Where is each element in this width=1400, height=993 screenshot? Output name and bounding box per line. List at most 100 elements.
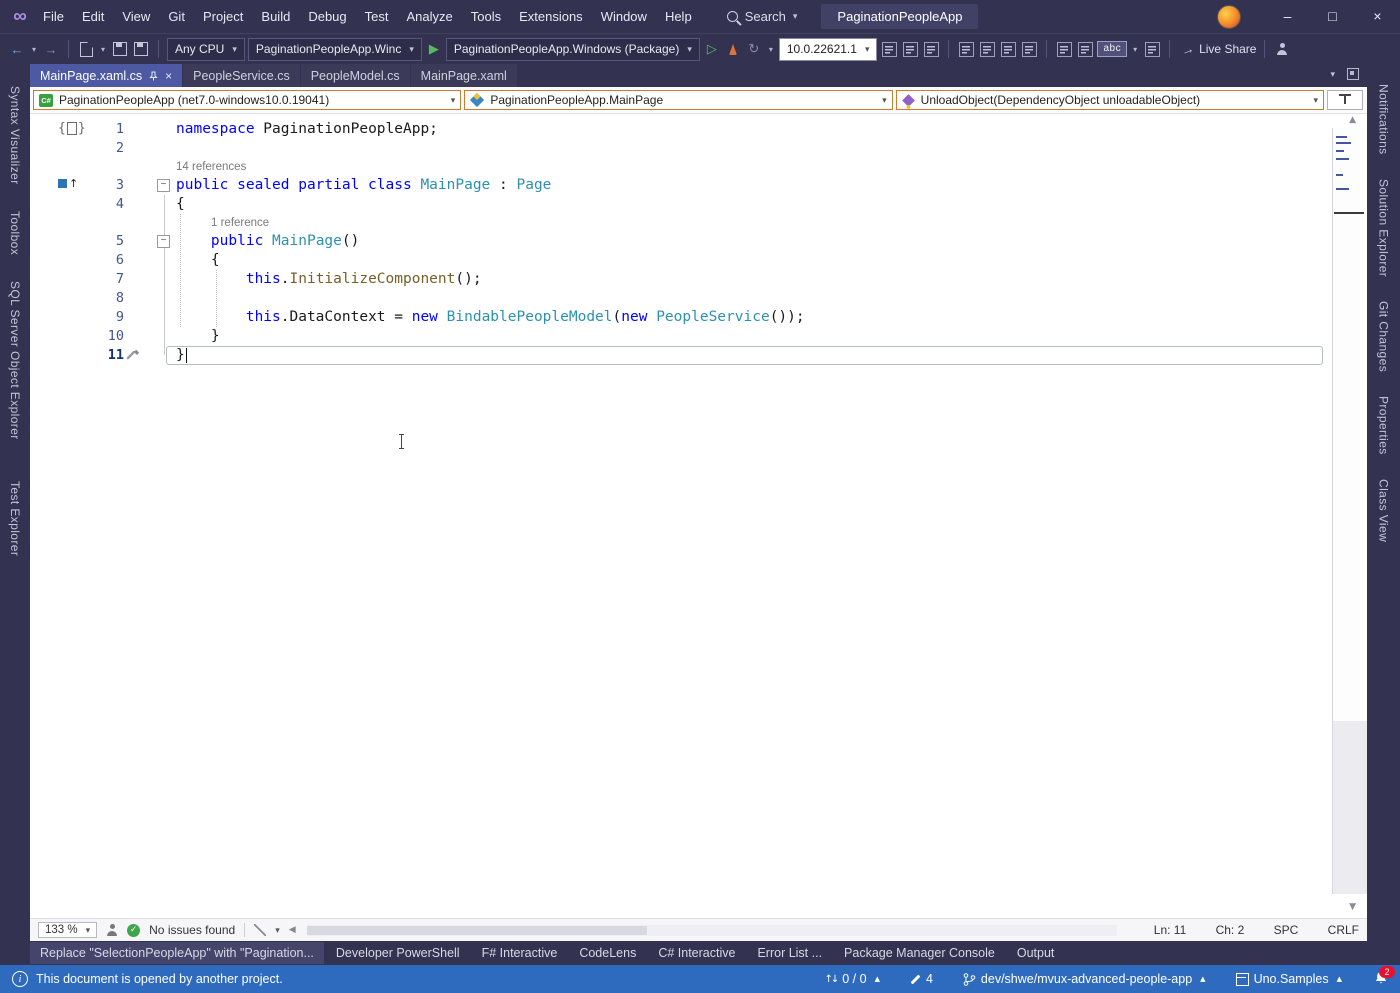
document-tab[interactable]: MainPage.xaml × bbox=[411, 64, 517, 87]
save-all-icon[interactable] bbox=[132, 37, 150, 61]
close-button[interactable]: × bbox=[1355, 0, 1400, 33]
code-line[interactable]: 4{ bbox=[30, 195, 1367, 214]
menu-item[interactable]: Window bbox=[592, 0, 656, 33]
git-branch-button[interactable]: dev/shwe/mvux-advanced-people-app ▲ bbox=[963, 972, 1206, 987]
code-line[interactable]: 5− public MainPage() bbox=[30, 232, 1367, 251]
new-file-dropdown-icon[interactable]: ▾ bbox=[98, 45, 108, 54]
menu-item[interactable]: View bbox=[113, 0, 159, 33]
inheritance-margin-icon[interactable]: ↑ bbox=[58, 178, 78, 189]
right-rail-tab[interactable]: Notifications bbox=[1377, 84, 1391, 155]
code-line[interactable]: 3−public sealed partial class MainPage :… bbox=[30, 176, 1367, 195]
menu-item[interactable]: Test bbox=[356, 0, 398, 33]
minimize-button[interactable]: – bbox=[1265, 0, 1310, 33]
menu-item[interactable]: Debug bbox=[299, 0, 355, 33]
menu-item[interactable]: Git bbox=[159, 0, 194, 33]
maximize-button[interactable]: □ bbox=[1310, 0, 1355, 33]
hot-reload-dropdown-icon[interactable]: ▾ bbox=[766, 45, 776, 54]
compare-documents-icon[interactable] bbox=[1055, 37, 1073, 61]
type-breadcrumb-combo[interactable]: PaginationPeopleApp.MainPage ▾ bbox=[464, 90, 892, 110]
code-line[interactable]: 8 bbox=[30, 289, 1367, 308]
pending-edits-button[interactable]: 4 bbox=[910, 972, 933, 986]
collapse-region-icon[interactable]: − bbox=[157, 235, 170, 248]
pin-icon[interactable] bbox=[149, 71, 158, 81]
project-breadcrumb-combo[interactable]: C# PaginationPeopleApp (net7.0-windows10… bbox=[33, 90, 461, 110]
codelens-references[interactable]: 14 references bbox=[30, 158, 1367, 176]
code-cleanup-icon[interactable] bbox=[254, 924, 266, 936]
navigate-back-dropdown-icon[interactable]: ▾ bbox=[29, 45, 39, 54]
tab-list-dropdown-icon[interactable]: ▾ bbox=[1330, 69, 1335, 80]
find-in-files-icon[interactable] bbox=[957, 37, 975, 61]
menu-item[interactable]: Analyze bbox=[397, 0, 461, 33]
outline-icon[interactable] bbox=[1020, 37, 1038, 61]
left-rail-tab[interactable]: SQL Server Object Explorer bbox=[8, 281, 22, 440]
attach-process-icon[interactable] bbox=[901, 37, 919, 61]
tool-window-tab[interactable]: C# Interactive bbox=[648, 942, 745, 964]
new-file-icon[interactable] bbox=[77, 37, 95, 61]
search-box[interactable]: Search ▾ bbox=[717, 6, 808, 27]
left-rail-tab[interactable]: Test Explorer bbox=[8, 481, 22, 556]
code-line[interactable]: 1namespace PaginationPeopleApp; bbox=[30, 120, 1367, 139]
refresh-icon[interactable]: ↻ bbox=[745, 37, 763, 61]
code-line[interactable]: 7 this.InitializeComponent(); bbox=[30, 270, 1367, 289]
tool-window-tab[interactable]: Developer PowerShell bbox=[326, 942, 470, 964]
right-rail-tab[interactable]: Class View bbox=[1377, 479, 1391, 542]
run-target-combo[interactable]: PaginationPeopleApp.Windows (Package) ▾ bbox=[446, 38, 700, 61]
account-avatar[interactable] bbox=[1217, 5, 1241, 29]
document-tab[interactable]: PeopleService.cs × bbox=[183, 64, 300, 87]
visual-studio-logo-icon[interactable]: ∞ bbox=[6, 0, 34, 33]
right-rail-tab[interactable]: Git Changes bbox=[1377, 301, 1391, 372]
startup-project-combo[interactable]: PaginationPeopleApp.Winc ▾ bbox=[248, 38, 422, 61]
member-breadcrumb-combo[interactable]: UnloadObject(DependencyObject unloadable… bbox=[896, 90, 1324, 110]
close-tab-icon[interactable]: × bbox=[165, 70, 172, 82]
solution-name-badge[interactable]: PaginationPeopleApp bbox=[821, 4, 978, 29]
window-layout-icon[interactable] bbox=[1347, 68, 1359, 80]
left-rail-tab[interactable]: Syntax Visualizer bbox=[8, 86, 22, 185]
document-tab[interactable]: MainPage.xaml.cs × bbox=[30, 64, 182, 87]
suggestion-mode-dropdown-icon[interactable]: ▾ bbox=[1130, 45, 1140, 54]
wrench-icon[interactable] bbox=[922, 37, 940, 61]
document-tab[interactable]: PeopleModel.cs × bbox=[301, 64, 410, 87]
hot-reload-icon[interactable] bbox=[724, 37, 742, 61]
feedback-icon[interactable] bbox=[1273, 37, 1291, 61]
tool-window-tab[interactable]: Replace "SelectionPeopleApp" with "Pagin… bbox=[30, 942, 324, 964]
quick-actions-screwdriver-icon[interactable] bbox=[126, 344, 142, 364]
horizontal-scrollbar[interactable] bbox=[307, 925, 1117, 936]
code-line[interactable]: 6 { bbox=[30, 251, 1367, 270]
suggestion-mode-toggle[interactable]: abc bbox=[1097, 41, 1127, 57]
code-line[interactable]: 10 } bbox=[30, 327, 1367, 346]
code-line[interactable]: 9 this.DataContext = new BindablePeopleM… bbox=[30, 308, 1367, 327]
tool-window-tab[interactable]: Package Manager Console bbox=[834, 942, 1005, 964]
code-cleanup-dropdown-icon[interactable]: ▾ bbox=[275, 925, 280, 936]
scroll-up-icon[interactable]: ▲ bbox=[1349, 115, 1356, 125]
minimap-scrollbar[interactable] bbox=[1332, 128, 1367, 721]
save-icon[interactable] bbox=[111, 37, 129, 61]
horizontal-scrollbar-thumb[interactable] bbox=[307, 926, 647, 935]
collapse-region-icon[interactable]: − bbox=[157, 179, 170, 192]
split-window-button[interactable] bbox=[1327, 90, 1363, 110]
sync-commits-button[interactable]: ↑↓ 0 / 0 ▲ bbox=[824, 972, 880, 986]
right-rail-tab[interactable]: Solution Explorer bbox=[1377, 179, 1391, 277]
start-debugging-icon[interactable]: ▶ bbox=[425, 37, 443, 61]
left-rail-tab[interactable]: Toolbox bbox=[8, 211, 22, 255]
navigate-back-icon[interactable]: ← bbox=[8, 37, 26, 61]
grid-options-icon[interactable] bbox=[1143, 37, 1161, 61]
line-structure-icon[interactable] bbox=[978, 37, 996, 61]
codelens-references[interactable]: 1 reference bbox=[30, 214, 1367, 232]
editor-extension-icon[interactable] bbox=[106, 924, 118, 936]
sync-documents-icon[interactable] bbox=[1076, 37, 1094, 61]
target-sdk-version-combo[interactable]: 10.0.22621.1 ▾ bbox=[779, 38, 878, 61]
menu-item[interactable]: File bbox=[34, 0, 73, 33]
tool-window-tab[interactable]: CodeLens bbox=[569, 942, 646, 964]
menu-item[interactable]: Extensions bbox=[510, 0, 592, 33]
menu-item[interactable]: Help bbox=[656, 0, 701, 33]
right-rail-tab[interactable]: Properties bbox=[1377, 396, 1391, 455]
notifications-button[interactable]: 2 bbox=[1374, 970, 1388, 988]
code-editor[interactable]: 1namespace PaginationPeopleApp;214 refer… bbox=[30, 114, 1367, 918]
start-without-debugging-icon[interactable]: ▷ bbox=[703, 37, 721, 61]
tool-window-tab[interactable]: Error List ... bbox=[747, 942, 832, 964]
live-share-label[interactable]: Live Share bbox=[1199, 42, 1256, 56]
namespace-margin-icon[interactable]: {} bbox=[58, 121, 86, 136]
menu-item[interactable]: Tools bbox=[462, 0, 510, 33]
menu-item[interactable]: Edit bbox=[73, 0, 113, 33]
zoom-combo[interactable]: 133 % ▾ bbox=[38, 922, 97, 938]
